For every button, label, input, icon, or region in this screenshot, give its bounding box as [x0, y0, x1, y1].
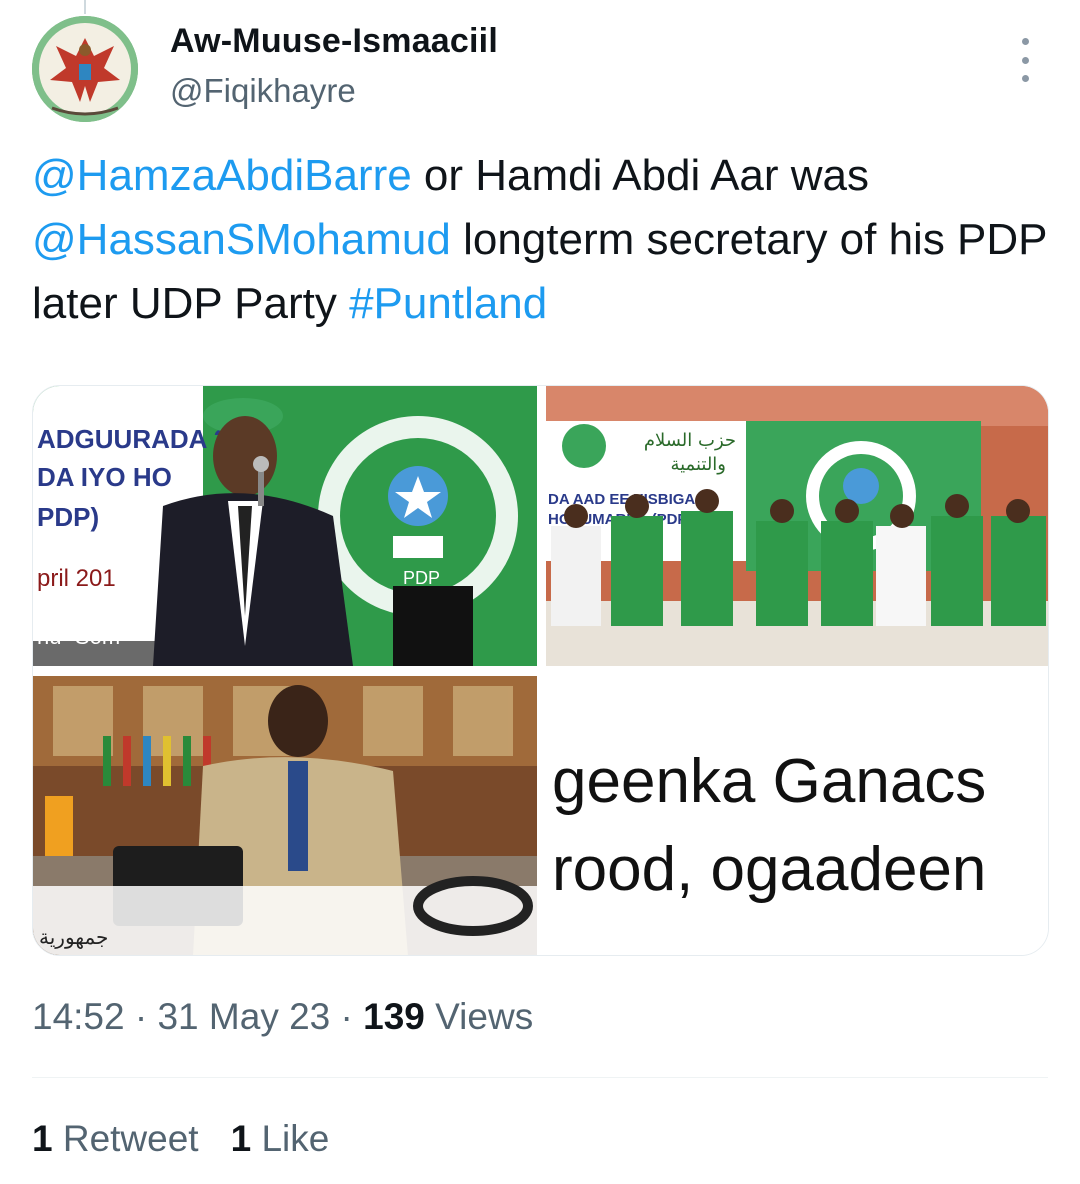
photo-group-image: حزب السلام والتنمية DA AAD EE XISBIGA HO… — [546, 386, 1048, 666]
banner-text: ADGUURADA 2 — [37, 424, 228, 454]
tweet-date[interactable]: 31 May 23 — [157, 996, 330, 1037]
retweets-stat[interactable]: 1 Retweet — [32, 1118, 199, 1159]
arabic-text: والتنمية — [670, 454, 726, 475]
photo-conference-image: جمهورية — [33, 676, 537, 955]
mention-link[interactable]: @HassanSMohamud — [32, 215, 451, 264]
tweet-stats: 1 Retweet 1 Like — [32, 1118, 361, 1160]
photo-caption: rood, ogaadeen — [552, 835, 987, 904]
media-grid: ADGUURADA 2 DA IYO HO PDP) pril 201 hu- … — [32, 385, 1049, 956]
retweets-count: 1 — [32, 1118, 53, 1159]
dot — [1021, 75, 1029, 82]
banner-text: hu- Som — [37, 624, 120, 649]
tweet-time[interactable]: 14:52 — [32, 996, 125, 1037]
meta-separator: · — [330, 996, 364, 1037]
logo-text: PDP — [403, 568, 440, 588]
photo-2[interactable]: حزب السلام والتنمية DA AAD EE XISBIGA HO… — [546, 386, 1048, 666]
more-options-icon[interactable] — [1010, 38, 1040, 82]
dot — [1021, 56, 1029, 64]
likes-stat[interactable]: 1 Like — [231, 1118, 330, 1159]
views-count: 139 — [363, 996, 425, 1037]
photo-speaker-image: ADGUURADA 2 DA IYO HO PDP) pril 201 hu- … — [33, 386, 537, 666]
tweet-meta: 14:52 · 31 May 23 · 139 Views — [32, 996, 533, 1038]
likes-label: Like — [251, 1118, 330, 1159]
photo-caption: geenka Ganacs — [552, 747, 987, 816]
avatar-emblem-image — [32, 16, 138, 122]
hashtag-link[interactable]: #Puntland — [349, 279, 547, 328]
arabic-text: حزب السلام — [644, 430, 736, 451]
banner-text: DA AAD EE XISBIGA — [548, 491, 695, 508]
arabic-text: جمهورية — [39, 925, 108, 949]
display-name[interactable]: Aw-Muuse-Ismaaciil — [170, 22, 498, 61]
views-label: Views — [424, 996, 534, 1037]
likes-count: 1 — [230, 1118, 252, 1159]
avatar[interactable] — [32, 16, 138, 122]
tweet-text-segment: or Hamdi Abdi Aar was — [411, 151, 870, 200]
meta-separator: · — [124, 996, 158, 1037]
banner-text: PDP) — [37, 502, 99, 532]
photo-4[interactable]: geenka Ganacs rood, ogaadeen — [546, 676, 1048, 955]
banner-text: pril 201 — [37, 565, 116, 592]
banner-text: DA IYO HO — [37, 462, 172, 492]
photo-1[interactable]: ADGUURADA 2 DA IYO HO PDP) pril 201 hu- … — [33, 386, 537, 666]
divider — [32, 1077, 1048, 1078]
tweet-text: @HamzaAbdiBarre or Hamdi Abdi Aar was @H… — [32, 144, 1052, 336]
retweets-label: Retweet — [52, 1118, 199, 1159]
user-handle[interactable]: @Fiqikhayre — [170, 72, 356, 110]
mention-link[interactable]: @HamzaAbdiBarre — [32, 151, 412, 200]
photo-3[interactable]: جمهورية — [33, 676, 537, 955]
dot — [1021, 38, 1029, 45]
thread-line — [84, 0, 86, 14]
